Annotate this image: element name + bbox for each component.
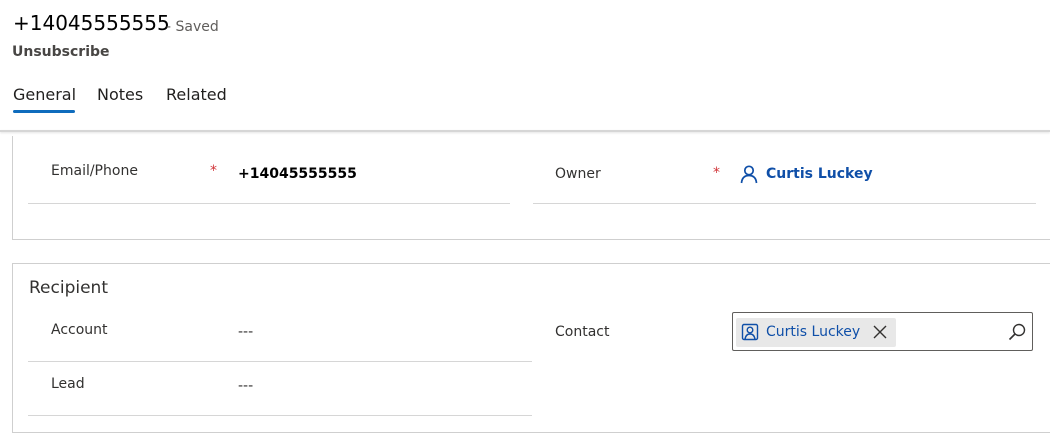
save-status: - Saved (166, 19, 219, 35)
field-underline (28, 361, 532, 362)
recipient-section-title: Recipient (29, 278, 108, 298)
tab-notes[interactable]: Notes (97, 85, 143, 104)
contact-tag-label[interactable]: Curtis Luckey (766, 324, 860, 340)
owner-link[interactable]: Curtis Luckey (766, 166, 873, 182)
email-phone-field[interactable]: +14045555555 (238, 166, 357, 182)
tab-selected-indicator (13, 110, 75, 113)
contact-label: Contact (555, 324, 610, 340)
search-icon[interactable] (1007, 322, 1027, 342)
record-title: +14045555555 (13, 11, 170, 35)
email-phone-label: Email/Phone (51, 163, 138, 179)
record-subtitle: Unsubscribe (12, 44, 110, 60)
account-label: Account (51, 322, 108, 338)
field-underline (28, 203, 510, 204)
required-marker: * (713, 165, 720, 181)
lead-label: Lead (51, 376, 85, 392)
user-icon (739, 164, 759, 184)
owner-label: Owner (555, 166, 601, 182)
field-underline (28, 415, 532, 416)
field-underline (533, 203, 1036, 204)
close-icon[interactable] (871, 323, 889, 341)
general-section (12, 136, 1050, 240)
tab-related[interactable]: Related (166, 85, 227, 104)
required-marker: * (210, 163, 217, 179)
contact-card-icon (741, 323, 759, 341)
account-field[interactable]: --- (238, 324, 253, 340)
tab-general[interactable]: General (13, 85, 76, 104)
lead-field[interactable]: --- (238, 378, 253, 394)
header-divider (0, 130, 1050, 132)
record-header: +14045555555 - Saved Unsubscribe General… (0, 0, 1050, 131)
